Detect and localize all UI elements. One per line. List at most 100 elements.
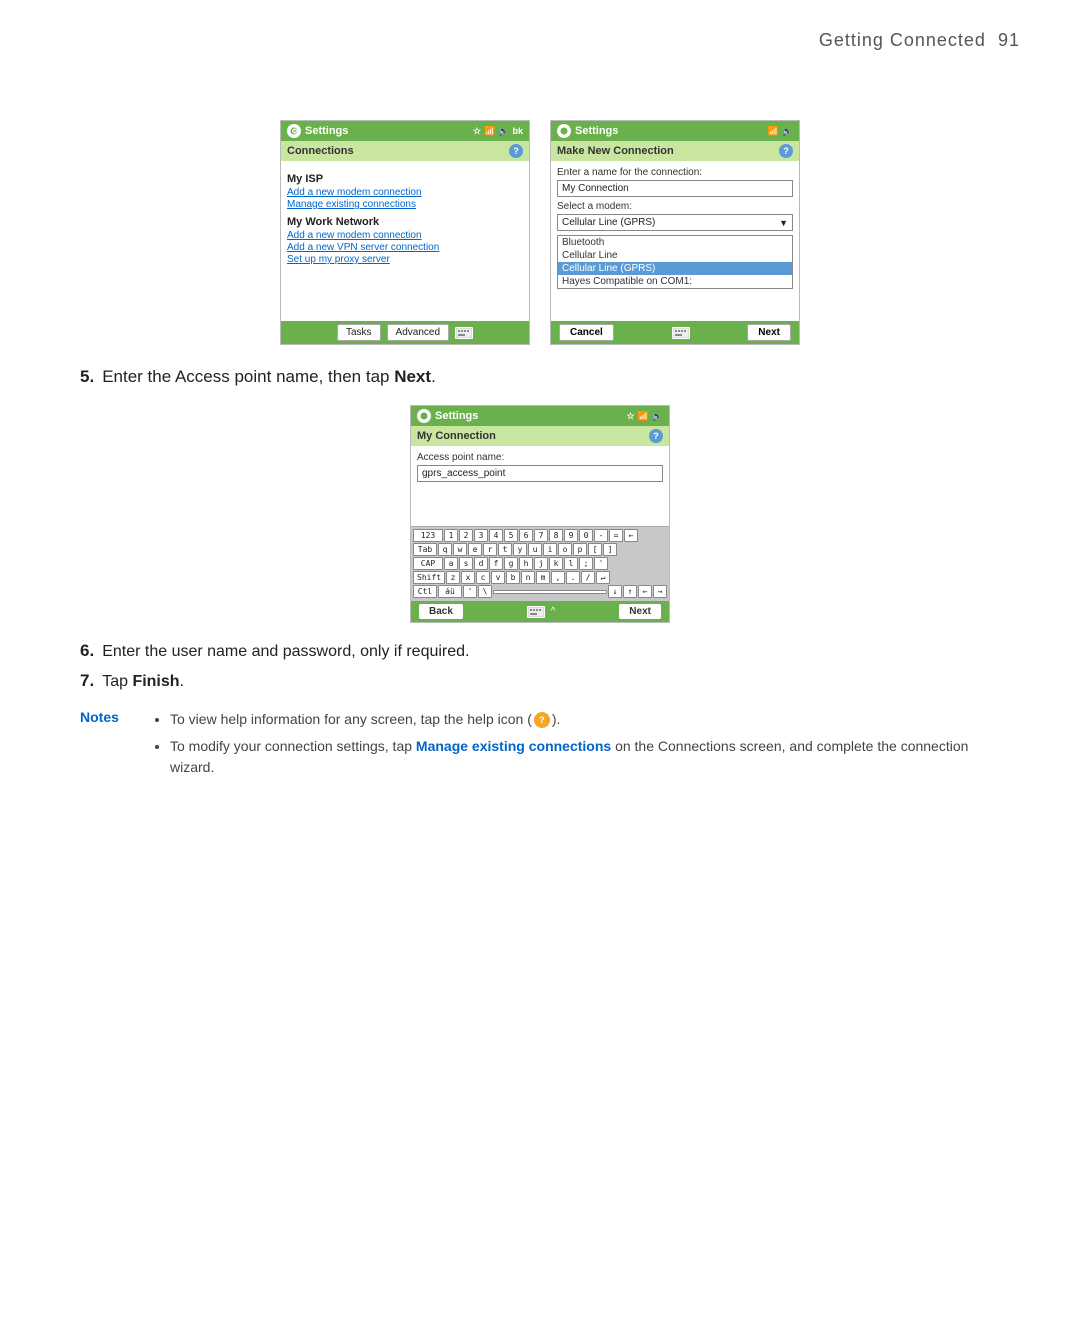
keyboard-icon-third[interactable] [527, 606, 545, 618]
caret-icon: ^ [551, 606, 556, 617]
key-a[interactable]: a [444, 557, 458, 570]
key-backspace[interactable]: ← [624, 529, 638, 542]
key-6[interactable]: 6 [519, 529, 533, 542]
key-b[interactable]: b [506, 571, 520, 584]
key-space[interactable] [493, 590, 607, 594]
back-button[interactable]: Back [419, 604, 463, 619]
step6-row: 6. Enter the user name and password, onl… [80, 641, 1000, 661]
dropdown-item-gprs[interactable]: Cellular Line (GPRS) [558, 262, 792, 275]
key-l[interactable]: l [564, 557, 578, 570]
make-connection-header: Make New Connection ? [551, 141, 799, 161]
dropdown-item-hayes[interactable]: Hayes Compatible on COM1: [558, 275, 792, 288]
key-arrow-left[interactable]: ← [638, 585, 652, 598]
key-bracket-close[interactable]: ] [603, 543, 617, 556]
key-equals[interactable]: = [609, 529, 623, 542]
keyboard-row-2: Tab q w e r t y u i o p [ ] [413, 543, 667, 556]
manage-connections-link[interactable]: Manage existing connections [287, 199, 523, 210]
key-1[interactable]: 1 [444, 529, 458, 542]
key-y[interactable]: y [513, 543, 527, 556]
add-modem-isp-link[interactable]: Add a new modem connection [287, 187, 523, 198]
key-u[interactable]: u [528, 543, 542, 556]
key-h[interactable]: h [519, 557, 533, 570]
key-backtick[interactable]: ' [463, 585, 477, 598]
key-arrow-down[interactable]: ↓ [608, 585, 622, 598]
key-n[interactable]: n [521, 571, 535, 584]
key-s[interactable]: s [459, 557, 473, 570]
key-slash[interactable]: / [581, 571, 595, 584]
third-screenshot-wrap: Settings ☆ 📶 🔈 My Connection ? Access po… [80, 405, 1000, 623]
key-ctl[interactable]: Ctl [413, 585, 437, 598]
add-modem-network-link[interactable]: Add a new modem connection [287, 230, 523, 241]
key-x[interactable]: x [461, 571, 475, 584]
key-f[interactable]: f [489, 557, 503, 570]
keyboard-row-1: 123 1 2 3 4 5 6 7 8 9 0 - = ← [413, 529, 667, 542]
key-g[interactable]: g [504, 557, 518, 570]
connection-name-label: Enter a name for the connection: [557, 167, 793, 178]
key-k[interactable]: k [549, 557, 563, 570]
key-v[interactable]: v [491, 571, 505, 584]
dropdown-item-bluetooth[interactable]: Bluetooth [558, 236, 792, 249]
key-j[interactable]: j [534, 557, 548, 570]
key-0[interactable]: 0 [579, 529, 593, 542]
help-icon-right[interactable]: ? [779, 144, 793, 158]
proxy-link[interactable]: Set up my proxy server [287, 254, 523, 265]
key-q[interactable]: q [438, 543, 452, 556]
chevron-down-icon: ▼ [779, 218, 788, 228]
key-d[interactable]: d [474, 557, 488, 570]
key-tab[interactable]: Tab [413, 543, 437, 556]
advanced-tab[interactable]: Advanced [387, 324, 449, 341]
key-quote[interactable]: ' [594, 557, 608, 570]
signal-icon: ☆ [473, 126, 481, 137]
key-arrow-right[interactable]: → [653, 585, 667, 598]
key-bracket-open[interactable]: [ [588, 543, 602, 556]
key-r[interactable]: r [483, 543, 497, 556]
keyboard-row-3: CAP a s d f g h j k l ; ' [413, 557, 667, 570]
keyboard-icon-left[interactable] [455, 327, 473, 339]
key-7[interactable]: 7 [534, 529, 548, 542]
key-arrow-up[interactable]: ↑ [623, 585, 637, 598]
key-minus[interactable]: - [594, 529, 608, 542]
help-icon-third[interactable]: ? [649, 429, 663, 443]
key-shift[interactable]: Shift [413, 571, 445, 584]
dropdown-item-cellular[interactable]: Cellular Line [558, 249, 792, 262]
next-button-third[interactable]: Next [619, 604, 661, 619]
key-semicolon[interactable]: ; [579, 557, 593, 570]
key-123[interactable]: 123 [413, 529, 443, 542]
cancel-button[interactable]: Cancel [559, 324, 614, 341]
battery-icon: bk [512, 126, 523, 136]
tasks-tab[interactable]: Tasks [337, 324, 381, 341]
key-4[interactable]: 4 [489, 529, 503, 542]
notes-label: Notes [80, 709, 140, 784]
make-connection-body: Enter a name for the connection: My Conn… [551, 161, 799, 321]
next-button-right[interactable]: Next [747, 324, 791, 341]
modem-select[interactable]: Cellular Line (GPRS) ▼ [557, 214, 793, 231]
signal-icon-third: 📶 [638, 411, 649, 422]
access-point-input[interactable]: gprs_access_point [417, 465, 663, 482]
key-period[interactable]: . [566, 571, 580, 584]
key-t[interactable]: t [498, 543, 512, 556]
add-vpn-link[interactable]: Add a new VPN server connection [287, 242, 523, 253]
key-8[interactable]: 8 [549, 529, 563, 542]
sound-icon-right: 🔈 [782, 126, 793, 137]
key-e[interactable]: e [468, 543, 482, 556]
help-icon-left[interactable]: ? [509, 144, 523, 158]
key-z[interactable]: z [446, 571, 460, 584]
key-3[interactable]: 3 [474, 529, 488, 542]
key-i[interactable]: i [543, 543, 557, 556]
key-2[interactable]: 2 [459, 529, 473, 542]
key-accents[interactable]: áü [438, 585, 462, 598]
key-9[interactable]: 9 [564, 529, 578, 542]
key-enter[interactable]: ↵ [596, 571, 610, 584]
key-c[interactable]: c [476, 571, 490, 584]
key-5[interactable]: 5 [504, 529, 518, 542]
key-cap[interactable]: CAP [413, 557, 443, 570]
keyboard-icon-right[interactable] [672, 327, 690, 339]
connection-name-input[interactable]: My Connection [557, 180, 793, 197]
key-backslash[interactable]: \ [478, 585, 492, 598]
key-p[interactable]: p [573, 543, 587, 556]
notes-section: Notes To view help information for any s… [80, 709, 1000, 784]
key-w[interactable]: w [453, 543, 467, 556]
key-m[interactable]: m [536, 571, 550, 584]
key-o[interactable]: o [558, 543, 572, 556]
key-comma[interactable]: , [551, 571, 565, 584]
